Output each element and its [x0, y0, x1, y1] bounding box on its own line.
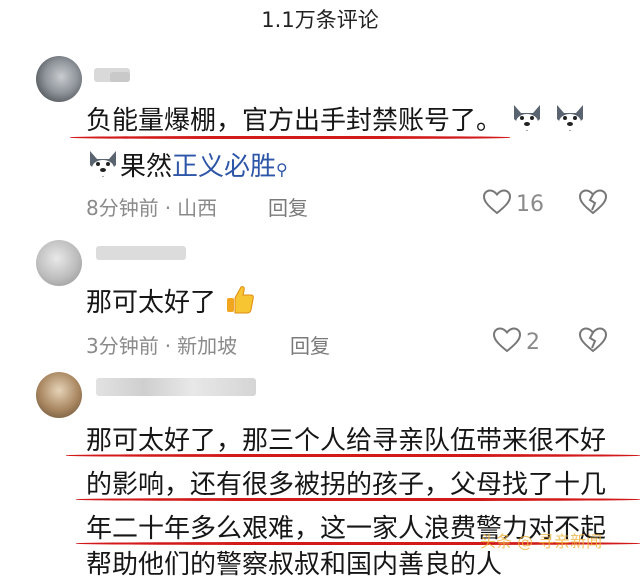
comment-meta: 3分钟前 · 新加坡 [86, 334, 238, 358]
comment-main-text: 负能量爆棚，官方出手封禁账号了。 [86, 106, 503, 136]
reply-button[interactable]: 回复 [268, 192, 308, 221]
comment-text: 那可太好了 [86, 282, 256, 323]
avatar[interactable] [36, 240, 82, 286]
red-underline [70, 136, 510, 139]
comment-line: 那可太好了，那三个人给寻亲队伍带来很不好 [86, 426, 607, 456]
like-count: 2 [526, 330, 540, 355]
red-underline [66, 454, 640, 457]
topic-link[interactable]: 正义必胜 [172, 152, 276, 182]
comment-line: 的影响，还有很多被拐的孩子，父母找了十几 [86, 470, 607, 500]
heart-icon [492, 327, 522, 353]
comment-location: 山西 [177, 196, 218, 220]
comment-text: 负能量爆棚，官方出手封禁账号了。 [86, 100, 587, 140]
dislike-button[interactable] [578, 188, 608, 220]
reply-button[interactable]: 回复 [290, 330, 330, 359]
watermark: 头条 @ 寻亲新闻 [480, 532, 603, 551]
author-name-extra [110, 72, 130, 82]
search-icon[interactable]: ⚲ [276, 160, 288, 179]
author-name[interactable] [96, 246, 186, 260]
wolf-emoji-icon [86, 149, 120, 186]
comment-meta: 8分钟前 · 山西 [86, 196, 218, 220]
wolf-emoji-icon [553, 103, 587, 140]
like-count: 16 [516, 192, 544, 217]
broken-heart-icon [578, 327, 608, 353]
wolf-emoji-icon [510, 103, 544, 140]
broken-heart-icon [578, 189, 608, 215]
comment-location: 新加坡 [177, 334, 238, 358]
like-button[interactable] [482, 188, 512, 220]
author-name[interactable] [96, 378, 256, 396]
comment-line: 帮助他们的警察叔叔和国内善良的人 [86, 550, 503, 580]
heart-icon [482, 189, 512, 215]
red-underline [76, 498, 640, 501]
avatar[interactable] [36, 372, 82, 418]
thumbs-up-emoji-icon [224, 284, 256, 323]
comment-text-second: 果然正义必胜⚲ [86, 146, 288, 186]
comment-time: 8分钟前 [86, 196, 159, 220]
dislike-button[interactable] [578, 326, 608, 358]
comment-main-text: 那可太好了 [86, 288, 217, 318]
comment-second-prefix: 果然 [120, 152, 173, 182]
avatar[interactable] [36, 56, 82, 102]
comment-time: 3分钟前 [86, 334, 159, 358]
comments-count-title: 1.1万条评论 [261, 8, 379, 32]
like-button[interactable] [492, 326, 522, 358]
